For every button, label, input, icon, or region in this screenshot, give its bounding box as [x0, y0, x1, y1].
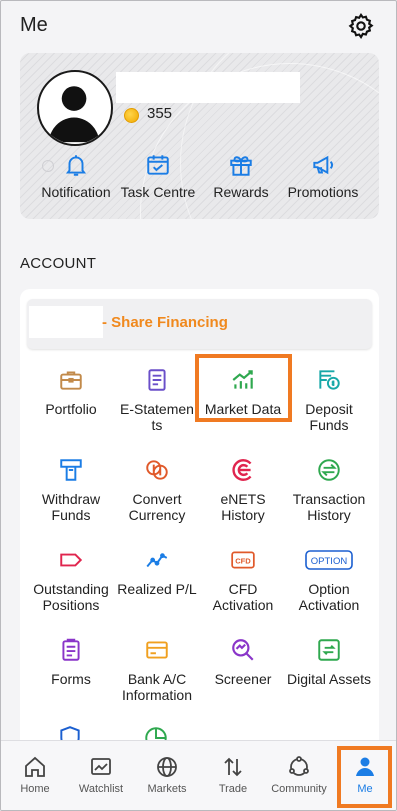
screen: Me 355 Notification Task Centre Rewards … [0, 0, 397, 811]
market-data-highlight [195, 354, 292, 422]
section-title-account: ACCOUNT [20, 255, 97, 272]
account-card: - Share Financing Portfolio E-Statemen t… [20, 289, 379, 749]
deposit-icon [319, 370, 340, 390]
gift-icon [230, 156, 252, 176]
grid-item-label: Bank A/C Information [121, 671, 193, 703]
grid-item-cfd-activation[interactable]: CFD CFD Activation [200, 547, 286, 613]
grid-item-label: Digital Assets [286, 671, 372, 687]
grid-item-label: E-Statemen ts [120, 401, 194, 433]
grid-item-label: Deposit Funds [305, 401, 353, 433]
grid-item-e-statements[interactable]: E-Statemen ts [114, 367, 200, 433]
shortcut-label: Rewards [213, 184, 269, 200]
nav-community[interactable]: Community [266, 741, 332, 810]
trend-line-icon [146, 553, 168, 568]
shortcut-promotions[interactable]: Promotions [282, 146, 364, 206]
page-title: Me [20, 14, 48, 36]
grid-item-outstanding-positions[interactable]: Outstanding Positions [28, 547, 114, 613]
globe-icon [157, 757, 177, 777]
trade-arrows-icon [224, 757, 242, 777]
svg-text:OPTION: OPTION [311, 556, 348, 567]
transfer-icon [318, 459, 340, 481]
document-icon [148, 369, 166, 391]
nav-markets[interactable]: Markets [134, 741, 200, 810]
grid-item-withdraw-funds[interactable]: Withdraw Funds [28, 457, 114, 523]
banner-text: - Share Financing [102, 314, 228, 331]
me-tab-highlight [337, 746, 392, 808]
currency-icon [146, 460, 168, 480]
clipboard-icon [62, 638, 80, 661]
digital-assets-icon [318, 639, 340, 661]
shortcut-task-centre[interactable]: Task Centre [118, 146, 198, 206]
grid-item-label: Realized P/L [117, 581, 197, 597]
grid-item-transaction-history[interactable]: Transaction History [286, 457, 372, 523]
grid-item-forms[interactable]: Forms [28, 637, 114, 687]
option-icon: OPTION [305, 550, 353, 570]
community-icon [289, 756, 309, 776]
username-redacted [116, 72, 300, 103]
grid-item-label: Transaction History [292, 491, 366, 523]
grid-item-label: Screener [214, 671, 272, 687]
grid-item-option-activation[interactable]: OPTION Option Activation [286, 547, 372, 613]
nav-label: Markets [147, 783, 187, 795]
nav-watchlist[interactable]: Watchlist [68, 741, 134, 810]
profile-shortcuts: Notification Task Centre Rewards Promoti… [20, 146, 379, 216]
svg-text:CFD: CFD [235, 556, 251, 565]
grid-item-label: Portfolio [45, 401, 97, 417]
nav-label: Community [271, 783, 327, 795]
user-silhouette-icon [48, 86, 100, 143]
grid-item-realized-pl[interactable]: Realized P/L [114, 547, 200, 597]
cfd-icon: CFD [231, 551, 255, 569]
account-name-redacted [29, 306, 103, 338]
shortcut-notification[interactable]: Notification [38, 146, 114, 206]
calendar-check-icon [147, 155, 169, 175]
grid-item-digital-assets[interactable]: Digital Assets [286, 637, 372, 687]
gear-icon[interactable] [347, 12, 375, 40]
coin-icon [124, 108, 139, 123]
screener-icon [232, 639, 254, 661]
shortcut-label: Task Centre [120, 184, 196, 200]
grid-item-label: CFD Activation [212, 581, 274, 613]
shortcut-rewards[interactable]: Rewards [206, 146, 276, 206]
bell-icon [65, 155, 87, 176]
shortcut-label: Promotions [287, 184, 359, 200]
grid-item-deposit-funds[interactable]: Deposit Funds [286, 367, 372, 433]
avatar[interactable] [37, 70, 113, 146]
points-value: 355 [147, 105, 173, 122]
watchlist-icon [91, 758, 111, 775]
withdraw-icon [60, 459, 82, 481]
share-financing-banner[interactable]: - Share Financing [27, 299, 372, 349]
tag-icon [60, 553, 83, 567]
enets-icon [232, 459, 252, 481]
nav-label: Watchlist [78, 783, 124, 795]
nav-label: Trade [218, 783, 248, 795]
nav-home[interactable]: Home [2, 741, 68, 810]
card-icon [146, 641, 168, 659]
profile-card: 355 Notification Task Centre Rewards Pro… [20, 53, 379, 219]
grid-item-enets-history[interactable]: eNETS History [200, 457, 286, 523]
briefcase-icon [60, 371, 82, 390]
grid-item-bank-ac-information[interactable]: Bank A/C Information [114, 637, 200, 703]
nav-label: Home [20, 783, 50, 795]
grid-item-label: Outstanding Positions [33, 581, 109, 613]
grid-item-label: Convert Currency [128, 491, 186, 523]
megaphone-icon [313, 155, 333, 175]
grid-item-screener[interactable]: Screener [200, 637, 286, 687]
grid-item-label: Option Activation [298, 581, 360, 613]
header: Me [1, 1, 396, 51]
home-icon [25, 756, 45, 777]
grid-item-convert-currency[interactable]: Convert Currency [114, 457, 200, 523]
grid-item-label: Withdraw Funds [41, 491, 101, 523]
grid-item-label: eNETS History [220, 491, 266, 523]
nav-trade[interactable]: Trade [200, 741, 266, 810]
grid-item-label: Forms [51, 671, 91, 687]
shortcut-label: Notification [41, 184, 111, 200]
grid-item-portfolio[interactable]: Portfolio [28, 367, 114, 417]
